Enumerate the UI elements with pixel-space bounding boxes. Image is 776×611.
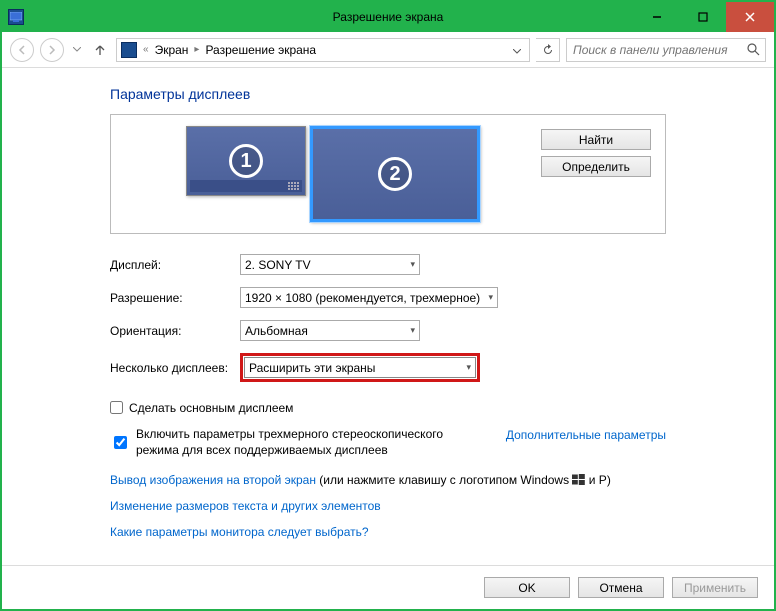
make-main-row: Сделать основным дисплеем [110, 400, 666, 416]
chevron-down-icon: ▾ [488, 292, 493, 303]
windows-logo-icon [572, 474, 585, 485]
search-box[interactable] [566, 38, 766, 62]
refresh-button[interactable] [536, 38, 560, 62]
monitor-2[interactable]: 2 [310, 126, 480, 222]
breadcrumb-sep: « [143, 44, 149, 55]
second-screen-link[interactable]: Вывод изображения на второй экран [110, 473, 316, 487]
stereo-checkbox[interactable] [114, 429, 127, 455]
page-title: Параметры дисплеев [110, 86, 666, 102]
make-main-label: Сделать основным дисплеем [129, 400, 293, 416]
advanced-settings-link[interactable]: Дополнительные параметры [506, 428, 666, 442]
text-size-link[interactable]: Изменение размеров текста и других элеме… [110, 499, 381, 513]
form-area: Дисплей: 2. SONY TV ▾ Разрешение: 1920 ×… [110, 254, 666, 539]
address-bar[interactable]: « Экран ▸ Разрешение экрана [116, 38, 530, 62]
stereo-row: Включить параметры трехмерного стереоско… [110, 426, 666, 458]
orientation-select[interactable]: Альбомная ▾ [240, 320, 420, 341]
make-main-checkbox[interactable] [110, 401, 123, 414]
address-dropdown[interactable] [509, 43, 525, 57]
ok-button[interactable]: OK [484, 577, 570, 598]
content-area: Параметры дисплеев 1 2 Найти Определить [2, 68, 774, 565]
minimize-button[interactable] [634, 2, 680, 32]
chevron-down-icon: ▾ [466, 362, 471, 373]
second-screen-hint-end: и P) [585, 473, 610, 487]
forward-button[interactable] [40, 38, 64, 62]
taskbar-art [190, 180, 302, 192]
second-screen-hint-pre: (или нажмите клавишу с логотипом Windows [316, 473, 572, 487]
which-monitor-link[interactable]: Какие параметры монитора следует выбрать… [110, 525, 369, 539]
resolution-select[interactable]: 1920 × 1080 (рекомендуется, трехмерное) … [240, 287, 498, 308]
highlight-marker: Расширить эти экраны ▾ [240, 353, 480, 382]
orientation-label: Ориентация: [110, 324, 240, 338]
stereo-label: Включить параметры трехмерного стереоско… [136, 426, 476, 458]
breadcrumb-item[interactable]: Разрешение экрана [205, 43, 316, 57]
dialog-footer: OK Отмена Применить [2, 565, 774, 609]
monitor-layout-area: 1 2 Найти Определить [110, 114, 666, 234]
recent-locations-button[interactable] [70, 38, 84, 62]
monitor-number: 1 [229, 144, 263, 178]
apply-button[interactable]: Применить [672, 577, 758, 598]
search-icon[interactable] [741, 43, 765, 56]
display-label: Дисплей: [110, 258, 240, 272]
navbar: « Экран ▸ Разрешение экрана [2, 32, 774, 68]
monitor-1[interactable]: 1 [186, 126, 306, 196]
monitor-number: 2 [378, 157, 412, 191]
display-icon [121, 42, 137, 58]
chevron-right-icon: ▸ [194, 44, 199, 55]
multiple-displays-select[interactable]: Расширить эти экраны ▾ [244, 357, 476, 378]
multiple-displays-label: Несколько дисплеев: [110, 361, 240, 375]
search-input[interactable] [567, 43, 741, 57]
window-controls [634, 2, 774, 32]
orientation-value: Альбомная [245, 324, 308, 338]
cancel-button[interactable]: Отмена [578, 577, 664, 598]
window-chrome: Разрешение экрана « [0, 0, 776, 611]
close-button[interactable] [726, 2, 774, 32]
display-value: 2. SONY TV [245, 258, 311, 272]
breadcrumb-item[interactable]: Экран [155, 43, 189, 57]
identify-button[interactable]: Определить [541, 156, 651, 177]
multiple-displays-value: Расширить эти экраны [249, 361, 375, 375]
chevron-down-icon: ▾ [410, 259, 415, 270]
titlebar: Разрешение экрана [2, 2, 774, 32]
display-icon [8, 9, 24, 25]
maximize-button[interactable] [680, 2, 726, 32]
chevron-down-icon: ▾ [410, 325, 415, 336]
up-button[interactable] [90, 40, 110, 60]
detect-button[interactable]: Найти [541, 129, 651, 150]
back-button[interactable] [10, 38, 34, 62]
display-select[interactable]: 2. SONY TV ▾ [240, 254, 420, 275]
monitor-side-buttons: Найти Определить [541, 125, 651, 223]
monitor-layout[interactable]: 1 2 [125, 125, 541, 223]
resolution-value: 1920 × 1080 (рекомендуется, трехмерное) [245, 291, 480, 305]
resolution-label: Разрешение: [110, 291, 240, 305]
second-screen-row: Вывод изображения на второй экран (или н… [110, 473, 666, 487]
